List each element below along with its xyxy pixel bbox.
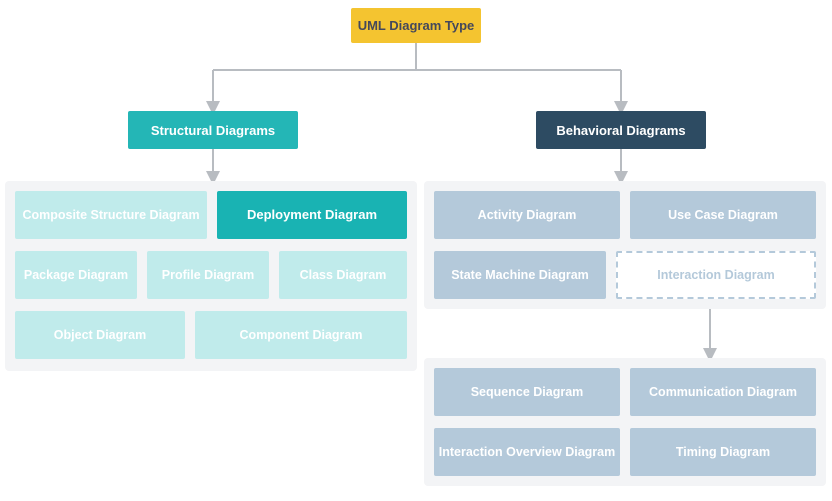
behavioral-header: Behavioral Diagrams (536, 111, 706, 149)
node-label: Deployment Diagram (247, 206, 377, 224)
node-label: Component Diagram (240, 327, 363, 344)
node-label: Class Diagram (300, 267, 387, 284)
root-label: UML Diagram Type (358, 18, 475, 33)
node-class: Class Diagram (279, 251, 407, 299)
node-communication: Communication Diagram (630, 368, 816, 416)
node-statemachine: State Machine Diagram (434, 251, 606, 299)
interaction-panel: Sequence Diagram Communication Diagram I… (424, 358, 826, 486)
node-object: Object Diagram (15, 311, 185, 359)
node-interaction: Interaction Diagram (616, 251, 816, 299)
node-label: Timing Diagram (676, 444, 770, 461)
node-activity: Activity Diagram (434, 191, 620, 239)
node-sequence: Sequence Diagram (434, 368, 620, 416)
node-label: Interaction Overview Diagram (439, 444, 615, 461)
node-profile: Profile Diagram (147, 251, 269, 299)
behavioral-header-label: Behavioral Diagrams (556, 123, 685, 138)
node-label: Object Diagram (54, 327, 146, 344)
node-label: Package Diagram (24, 267, 128, 284)
node-label: Sequence Diagram (471, 384, 584, 401)
node-usecase: Use Case Diagram (630, 191, 816, 239)
node-deployment: Deployment Diagram (217, 191, 407, 239)
structural-header: Structural Diagrams (128, 111, 298, 149)
node-composite-structure: Composite Structure Diagram (15, 191, 207, 239)
node-label: Interaction Diagram (657, 268, 774, 282)
root-node: UML Diagram Type (351, 8, 481, 43)
behavioral-panel: Activity Diagram Use Case Diagram State … (424, 181, 826, 309)
node-label: Use Case Diagram (668, 207, 778, 224)
node-label: Composite Structure Diagram (22, 207, 199, 224)
node-label: Profile Diagram (162, 267, 254, 284)
node-label: State Machine Diagram (451, 267, 589, 284)
node-label: Communication Diagram (649, 384, 797, 401)
node-timing: Timing Diagram (630, 428, 816, 476)
structural-header-label: Structural Diagrams (151, 123, 275, 138)
node-component: Component Diagram (195, 311, 407, 359)
node-package: Package Diagram (15, 251, 137, 299)
node-interaction-overview: Interaction Overview Diagram (434, 428, 620, 476)
structural-panel: Composite Structure Diagram Deployment D… (5, 181, 417, 371)
node-label: Activity Diagram (478, 207, 577, 224)
